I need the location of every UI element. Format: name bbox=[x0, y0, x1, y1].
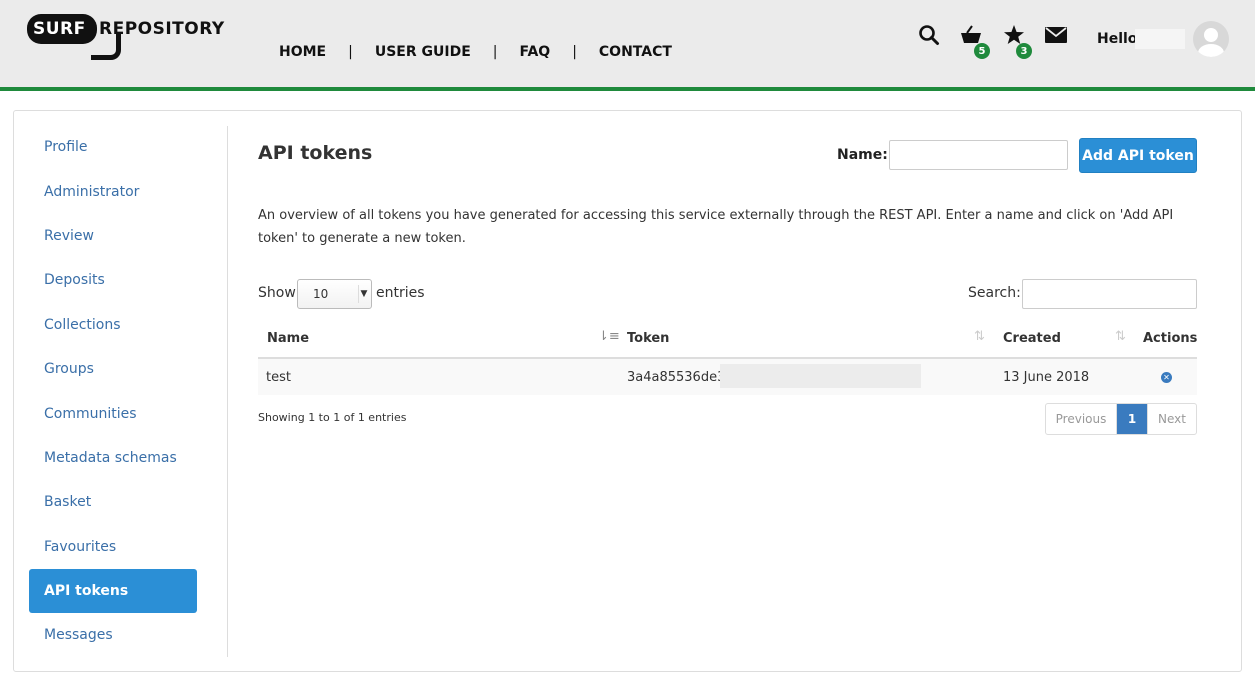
page-description: An overview of all tokens you have gener… bbox=[258, 208, 1174, 246]
token-name-cell: test bbox=[266, 370, 291, 385]
page-size-select[interactable]: 10 ▼ bbox=[297, 279, 372, 309]
pagination-page-1[interactable]: 1 bbox=[1117, 404, 1147, 434]
table-header: Name ⇂≡ Token ⇅ Created ⇅ Actions bbox=[258, 320, 1197, 359]
sidebar-item-favourites[interactable]: Favourites bbox=[29, 525, 197, 569]
sort-icon: ⇅ bbox=[974, 329, 985, 344]
sidebar-item-metadata-schemas[interactable]: Metadata schemas bbox=[29, 436, 197, 480]
delete-icon[interactable]: ✕ bbox=[1161, 372, 1172, 383]
nav-separator: | bbox=[492, 44, 498, 60]
avatar-body bbox=[1198, 44, 1224, 57]
hello-greeting: Hello bbox=[1097, 31, 1138, 47]
avatar-head bbox=[1204, 28, 1218, 42]
sort-asc-icon: ⇂≡ bbox=[598, 329, 620, 344]
sidebar-item-administrator[interactable]: Administrator bbox=[29, 169, 197, 213]
logo-repository-text: REPOSITORY bbox=[99, 19, 225, 39]
sidebar-item-deposits[interactable]: Deposits bbox=[29, 258, 197, 302]
search-icon[interactable] bbox=[916, 22, 942, 48]
basket-count-badge: 5 bbox=[974, 43, 990, 59]
token-name-input[interactable] bbox=[889, 140, 1068, 170]
nav-separator: | bbox=[348, 44, 353, 60]
logo-surf-text: SURF bbox=[33, 19, 86, 39]
favourites-count-badge: 3 bbox=[1016, 43, 1032, 59]
column-header-name[interactable]: Name bbox=[267, 331, 309, 346]
nav-separator: | bbox=[572, 44, 577, 60]
sidebar-item-basket[interactable]: Basket bbox=[29, 480, 197, 524]
page-title: API tokens bbox=[258, 142, 373, 164]
pagination: Previous 1 Next bbox=[1045, 403, 1197, 435]
column-header-actions: Actions bbox=[1143, 331, 1198, 346]
show-label: Show bbox=[258, 285, 296, 301]
nav-faq[interactable]: FAQ bbox=[519, 44, 550, 60]
username-redacted bbox=[1135, 29, 1185, 49]
sidebar: Profile Administrator Review Deposits Co… bbox=[29, 125, 197, 658]
sidebar-item-review[interactable]: Review bbox=[29, 214, 197, 258]
nav-user-guide[interactable]: USER GUIDE bbox=[375, 44, 471, 60]
sort-icon: ⇅ bbox=[1115, 329, 1126, 344]
nav-contact[interactable]: CONTACT bbox=[599, 44, 672, 60]
pagination-next[interactable]: Next bbox=[1147, 404, 1196, 434]
avatar[interactable] bbox=[1193, 21, 1229, 57]
sidebar-divider bbox=[227, 126, 228, 657]
chevron-down-icon: ▼ bbox=[358, 285, 369, 303]
column-header-token[interactable]: Token bbox=[627, 331, 669, 346]
sidebar-item-profile[interactable]: Profile bbox=[29, 125, 197, 169]
mail-icon[interactable] bbox=[1043, 22, 1069, 48]
table-info: Showing 1 to 1 of 1 entries bbox=[258, 411, 407, 424]
name-label: Name: bbox=[837, 147, 888, 163]
sidebar-item-messages[interactable]: Messages bbox=[29, 613, 197, 657]
add-api-token-button[interactable]: Add API token bbox=[1079, 138, 1197, 173]
search-label: Search: bbox=[968, 285, 1021, 301]
column-header-created[interactable]: Created bbox=[1003, 331, 1061, 346]
nav-home[interactable]: HOME bbox=[279, 44, 326, 60]
sidebar-item-api-tokens[interactable]: API tokens bbox=[29, 568, 197, 614]
surf-repository-logo[interactable]: SURF REPOSITORY bbox=[27, 14, 227, 62]
entries-label: entries bbox=[376, 285, 425, 301]
sidebar-item-collections[interactable]: Collections bbox=[29, 303, 197, 347]
token-created-cell: 13 June 2018 bbox=[1003, 370, 1090, 385]
table-search-input[interactable] bbox=[1022, 279, 1197, 309]
token-value-cell: 3a4a85536de3a bbox=[627, 370, 734, 385]
sidebar-item-communities[interactable]: Communities bbox=[29, 391, 197, 435]
main-nav: HOME | USER GUIDE | FAQ | CONTACT bbox=[279, 44, 672, 60]
page-size-value: 10 bbox=[313, 287, 329, 301]
header-divider bbox=[0, 87, 1255, 91]
pagination-previous[interactable]: Previous bbox=[1046, 404, 1117, 434]
token-redacted bbox=[720, 364, 921, 388]
sidebar-item-groups[interactable]: Groups bbox=[29, 347, 197, 391]
